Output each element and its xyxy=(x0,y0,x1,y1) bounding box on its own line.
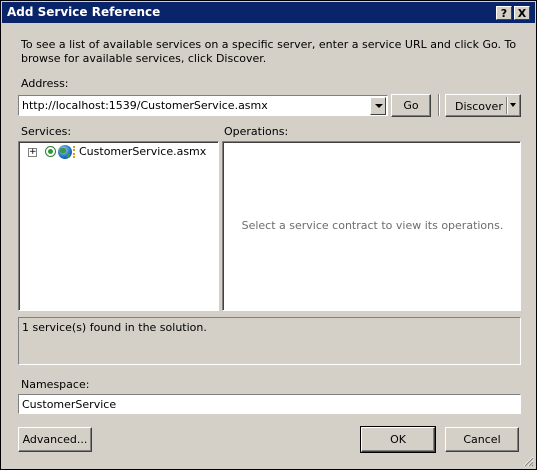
close-icon: X xyxy=(517,7,527,20)
address-value[interactable]: http://localhost:1539/CustomerService.as… xyxy=(22,99,268,112)
address-combobox[interactable]: http://localhost:1539/CustomerService.as… xyxy=(18,95,388,116)
cancel-button[interactable]: Cancel xyxy=(445,427,519,452)
operations-list[interactable]: Select a service contract to view its op… xyxy=(222,141,521,311)
go-button[interactable]: Go xyxy=(391,94,431,117)
chevron-down-icon[interactable] xyxy=(510,103,516,107)
go-label: Go xyxy=(403,99,419,112)
ok-button[interactable]: OK xyxy=(360,426,436,453)
size-grip-icon[interactable] xyxy=(522,455,534,467)
service-connector xyxy=(73,146,77,158)
discover-label[interactable]: Discover xyxy=(455,100,503,113)
service-item-label[interactable]: CustomerService.asmx xyxy=(79,145,206,158)
namespace-input[interactable]: CustomerService xyxy=(18,394,521,414)
ok-label: OK xyxy=(390,433,406,446)
discover-split-button[interactable]: Discover xyxy=(445,94,521,117)
globe-land xyxy=(67,153,70,158)
service-status-icon xyxy=(45,146,56,157)
chevron-down-icon xyxy=(375,104,383,108)
services-label: Services: xyxy=(21,125,72,138)
help-button[interactable]: ? xyxy=(496,6,512,20)
status-message: 1 service(s) found in the solution. xyxy=(22,321,207,334)
namespace-label: Namespace: xyxy=(21,378,90,391)
operations-empty-message: Select a service contract to view its op… xyxy=(241,219,504,232)
tree-inner-border xyxy=(19,142,218,310)
address-label: Address: xyxy=(21,77,69,90)
add-service-reference-dialog: Add Service Reference ? X To see a list … xyxy=(0,0,537,470)
instructions-text: To see a list of available services on a… xyxy=(21,38,517,65)
service-icon xyxy=(58,145,72,159)
cancel-label: Cancel xyxy=(463,433,501,446)
split-divider xyxy=(506,97,508,114)
tree-expander-icon[interactable]: + xyxy=(28,148,37,157)
title-bar: Add Service Reference ? X xyxy=(2,2,535,23)
services-tree[interactable]: + CustomerService.asmx xyxy=(18,141,219,311)
globe-land xyxy=(60,148,66,153)
status-area: 1 service(s) found in the solution. xyxy=(18,317,521,365)
advanced-button[interactable]: Advanced... xyxy=(18,427,92,452)
namespace-value[interactable]: CustomerService xyxy=(22,398,116,411)
status-dot xyxy=(48,149,53,154)
operations-label: Operations: xyxy=(224,125,289,138)
tree-node[interactable]: + CustomerService.asmx xyxy=(21,144,217,160)
address-dropdown-button[interactable] xyxy=(370,97,386,115)
toolbar-separator xyxy=(438,94,440,116)
advanced-label: Advanced... xyxy=(22,433,88,446)
dialog-title: Add Service Reference xyxy=(7,5,161,19)
close-button[interactable]: X xyxy=(514,6,530,20)
question-mark-icon: ? xyxy=(500,7,508,20)
